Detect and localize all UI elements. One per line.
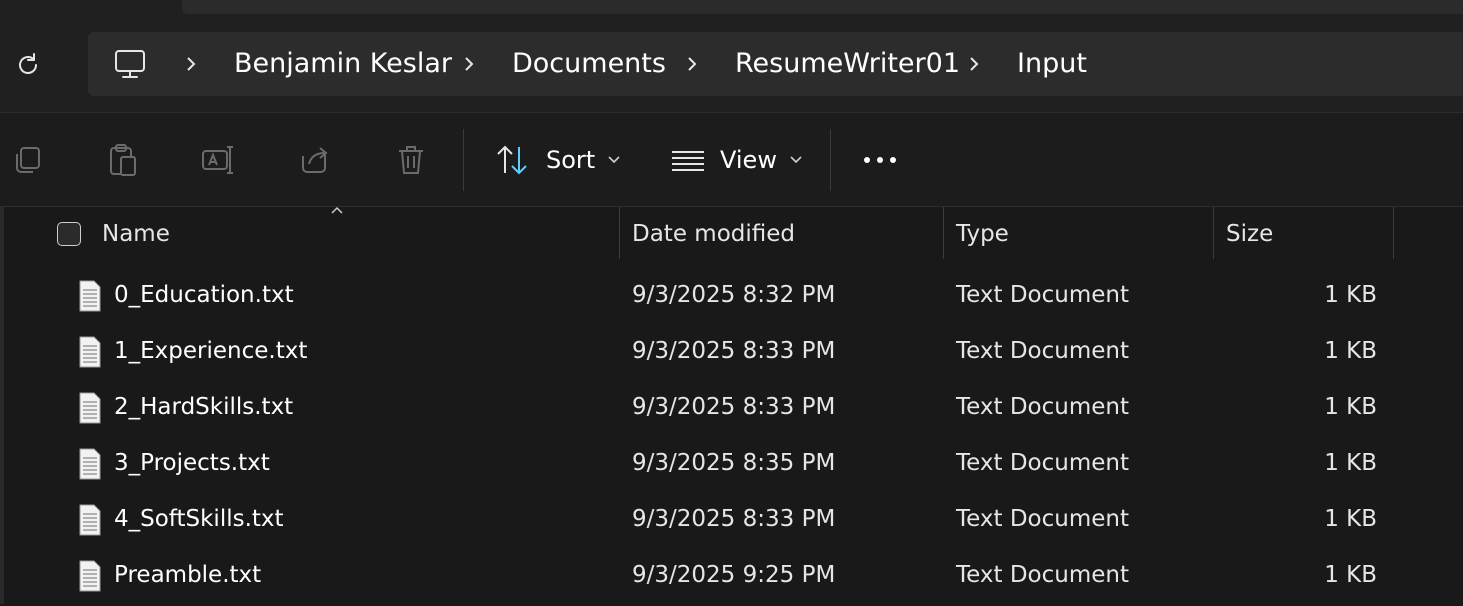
file-date: 9/3/2025 8:32 PM <box>632 282 836 308</box>
column-divider[interactable] <box>1213 207 1214 259</box>
text-file-icon <box>79 504 101 536</box>
breadcrumb-item-user[interactable]: Benjamin Keslar <box>234 48 452 80</box>
view-button[interactable]: View <box>670 139 803 181</box>
sort-icon <box>497 145 527 175</box>
file-size: 1 KB <box>1324 450 1377 476</box>
file-row[interactable]: Preamble.txt 9/3/2025 9:25 PM Text Docum… <box>0 550 1463 606</box>
view-label: View <box>720 146 777 174</box>
file-date: 9/3/2025 8:35 PM <box>632 450 836 476</box>
file-name: 2_HardSkills.txt <box>114 394 294 420</box>
breadcrumb-item-input[interactable]: Input <box>1017 48 1087 80</box>
file-name: 0_Education.txt <box>114 282 294 308</box>
file-name: 4_SoftSkills.txt <box>114 506 284 532</box>
file-type: Text Document <box>956 450 1129 476</box>
text-file-icon <box>79 392 101 424</box>
column-header-size[interactable]: Size <box>1226 221 1273 247</box>
file-row[interactable]: 1_Experience.txt 9/3/2025 8:33 PM Text D… <box>0 326 1463 382</box>
toolbar-separator <box>463 129 464 191</box>
sort-button[interactable]: Sort <box>494 139 621 181</box>
sort-ascending-icon <box>331 206 343 214</box>
file-date: 9/3/2025 9:25 PM <box>632 562 836 588</box>
text-file-icon <box>79 560 101 592</box>
column-divider[interactable] <box>619 207 620 259</box>
file-type: Text Document <box>956 394 1129 420</box>
share-icon[interactable] <box>297 142 333 178</box>
file-size: 1 KB <box>1324 282 1377 308</box>
file-name: Preamble.txt <box>114 562 262 588</box>
file-size: 1 KB <box>1324 506 1377 532</box>
title-strip <box>0 0 1463 16</box>
text-file-icon <box>79 280 101 312</box>
chevron-down-icon <box>608 156 620 164</box>
file-size: 1 KB <box>1324 394 1377 420</box>
file-list: Name Date modified Type Size 0_Education… <box>0 206 1463 606</box>
chevron-right-icon[interactable] <box>184 54 198 74</box>
file-type: Text Document <box>956 506 1129 532</box>
file-row[interactable]: 2_HardSkills.txt 9/3/2025 8:33 PM Text D… <box>0 382 1463 438</box>
computer-icon[interactable] <box>112 46 148 82</box>
column-header-row: Name Date modified Type Size <box>0 206 1463 259</box>
toolbar-separator <box>830 129 831 191</box>
file-date: 9/3/2025 8:33 PM <box>632 394 836 420</box>
file-type: Text Document <box>956 282 1129 308</box>
copy-icon[interactable] <box>10 142 46 178</box>
rename-icon[interactable] <box>200 142 236 178</box>
file-size: 1 KB <box>1324 338 1377 364</box>
column-header-date[interactable]: Date modified <box>632 221 795 247</box>
breadcrumb-item-documents[interactable]: Documents <box>512 48 666 80</box>
file-row[interactable]: 3_Projects.txt 9/3/2025 8:35 PM Text Doc… <box>0 438 1463 494</box>
chevron-right-icon[interactable] <box>967 54 981 74</box>
delete-icon[interactable] <box>393 142 429 178</box>
refresh-icon <box>19 53 37 74</box>
view-icon <box>672 151 704 171</box>
paste-icon[interactable] <box>104 142 140 178</box>
breadcrumb[interactable]: Benjamin Keslar Documents ResumeWriter01… <box>88 32 1463 96</box>
chevron-down-icon <box>790 156 802 164</box>
chevron-right-icon[interactable] <box>685 54 699 74</box>
file-type: Text Document <box>956 338 1129 364</box>
breadcrumb-item-resumewriter[interactable]: ResumeWriter01 <box>735 48 960 80</box>
file-row[interactable]: 0_Education.txt 9/3/2025 8:32 PM Text Do… <box>0 270 1463 326</box>
column-header-name[interactable]: Name <box>102 221 170 247</box>
file-type: Text Document <box>956 562 1129 588</box>
column-divider[interactable] <box>1393 207 1394 259</box>
sort-label: Sort <box>546 146 596 174</box>
file-row[interactable]: 4_SoftSkills.txt 9/3/2025 8:33 PM Text D… <box>0 494 1463 550</box>
file-date: 9/3/2025 8:33 PM <box>632 506 836 532</box>
text-file-icon <box>79 336 101 368</box>
file-name: 1_Experience.txt <box>114 338 308 364</box>
command-bar: Sort View <box>0 113 1463 207</box>
address-bar: Benjamin Keslar Documents ResumeWriter01… <box>0 16 1463 113</box>
file-name: 3_Projects.txt <box>114 450 270 476</box>
text-file-icon <box>79 448 101 480</box>
column-divider[interactable] <box>943 207 944 259</box>
more-icon[interactable] <box>862 142 898 178</box>
chevron-right-icon[interactable] <box>462 54 476 74</box>
file-date: 9/3/2025 8:33 PM <box>632 338 836 364</box>
refresh-button[interactable] <box>12 49 44 81</box>
tab-strip <box>182 0 1463 14</box>
select-all-checkbox[interactable] <box>57 222 81 246</box>
file-size: 1 KB <box>1324 562 1377 588</box>
column-header-type[interactable]: Type <box>956 221 1009 247</box>
